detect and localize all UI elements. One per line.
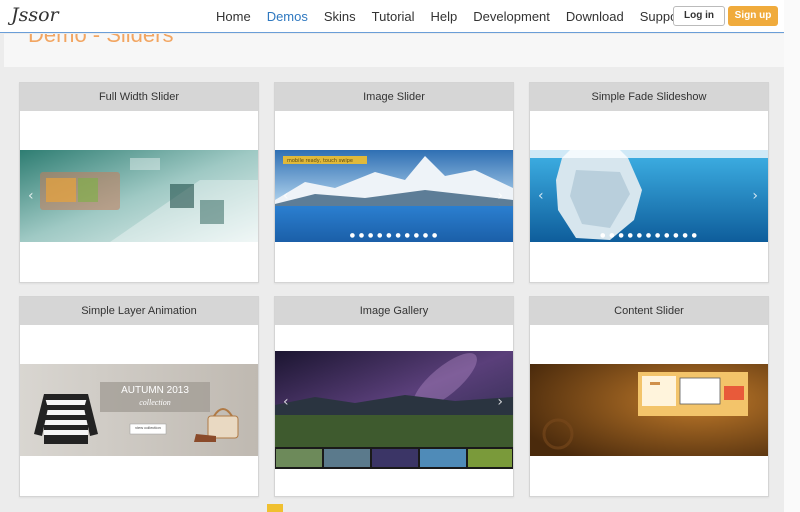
- slider-thumbnail[interactable]: ‹ › ● ● ● ● ● ● ● ● ● ● ●: [530, 150, 768, 242]
- night-sky-image: [275, 351, 513, 469]
- slider-thumbnail[interactable]: AUTUMN 2013 collection view collection: [20, 364, 258, 456]
- nav-development[interactable]: Development: [473, 9, 550, 24]
- card-title: Full Width Slider: [20, 83, 258, 111]
- nav-download[interactable]: Download: [566, 9, 624, 24]
- chevron-right-icon[interactable]: ›: [752, 188, 758, 204]
- fashion-collection-image: [20, 364, 258, 456]
- content-slide-image: [530, 364, 768, 456]
- nav-help[interactable]: Help: [431, 9, 458, 24]
- slider-thumbnail[interactable]: ‹: [20, 150, 258, 242]
- demo-card-image-slider[interactable]: Image Slider mobile ready, touch swipe ‹…: [274, 82, 514, 283]
- chevron-left-icon[interactable]: ‹: [283, 188, 289, 204]
- slide-headline: AUTUMN 2013: [121, 385, 189, 396]
- demo-card-image-gallery[interactable]: Image Gallery ‹ ›: [274, 296, 514, 497]
- slider-thumbnail[interactable]: mobile ready, touch swipe ‹ › ● ● ● ● ● …: [275, 150, 513, 242]
- jssor-logo[interactable]: Jssor: [11, 4, 59, 26]
- scrollbar-track[interactable]: [784, 0, 800, 512]
- chevron-left-icon[interactable]: ‹: [28, 188, 34, 204]
- top-navigation-bar: Jssor Home Demos Skins Tutorial Help Dev…: [0, 0, 784, 33]
- slider-thumbnail[interactable]: [530, 364, 768, 456]
- page-title: Demo - Sliders: [28, 34, 174, 47]
- card-title: Simple Layer Animation: [20, 297, 258, 325]
- feedback-badge-icon[interactable]: [267, 504, 283, 512]
- nav-home[interactable]: Home: [216, 9, 251, 24]
- chevron-right-icon[interactable]: ›: [497, 188, 503, 204]
- card-title: Simple Fade Slideshow: [530, 83, 768, 111]
- slide-bullets[interactable]: ● ● ● ● ● ● ● ● ● ●: [275, 232, 513, 239]
- slide-caption: mobile ready, touch swipe: [287, 158, 353, 164]
- card-title: Image Slider: [275, 83, 513, 111]
- gallery-thumbnail[interactable]: ‹ ›: [275, 351, 513, 469]
- chevron-left-icon[interactable]: ‹: [538, 188, 544, 204]
- view-collection-button[interactable]: view collection: [130, 425, 166, 430]
- nav-tutorial[interactable]: Tutorial: [372, 9, 415, 24]
- chevron-left-icon[interactable]: ‹: [283, 394, 289, 410]
- signup-button[interactable]: Sign up: [728, 6, 778, 26]
- demo-card-simple-layer-animation[interactable]: Simple Layer Animation AUTUMN 2013 colle…: [19, 296, 259, 497]
- card-title: Image Gallery: [275, 297, 513, 325]
- main-nav: Home Demos Skins Tutorial Help Developme…: [216, 9, 701, 24]
- login-button[interactable]: Log in: [673, 6, 725, 26]
- nav-skins[interactable]: Skins: [324, 9, 356, 24]
- slide-subline: collection: [139, 398, 171, 407]
- nav-demos[interactable]: Demos: [267, 9, 308, 24]
- mountain-lake-image: mobile ready, touch swipe: [275, 150, 513, 242]
- abstract-tech-image: [20, 150, 258, 242]
- slide-bullets[interactable]: ● ● ● ● ● ● ● ● ● ● ●: [530, 232, 768, 239]
- demo-card-simple-fade-slideshow[interactable]: Simple Fade Slideshow ‹ › ● ● ● ● ● ● ● …: [529, 82, 769, 283]
- card-title: Content Slider: [530, 297, 768, 325]
- demo-card-full-width-slider[interactable]: Full Width Slider ‹: [19, 82, 259, 283]
- demo-card-content-slider[interactable]: Content Slider: [529, 296, 769, 497]
- iceberg-image: [530, 150, 768, 242]
- chevron-right-icon[interactable]: ›: [497, 394, 503, 410]
- page-heading-strip: Demo - Sliders: [4, 34, 784, 67]
